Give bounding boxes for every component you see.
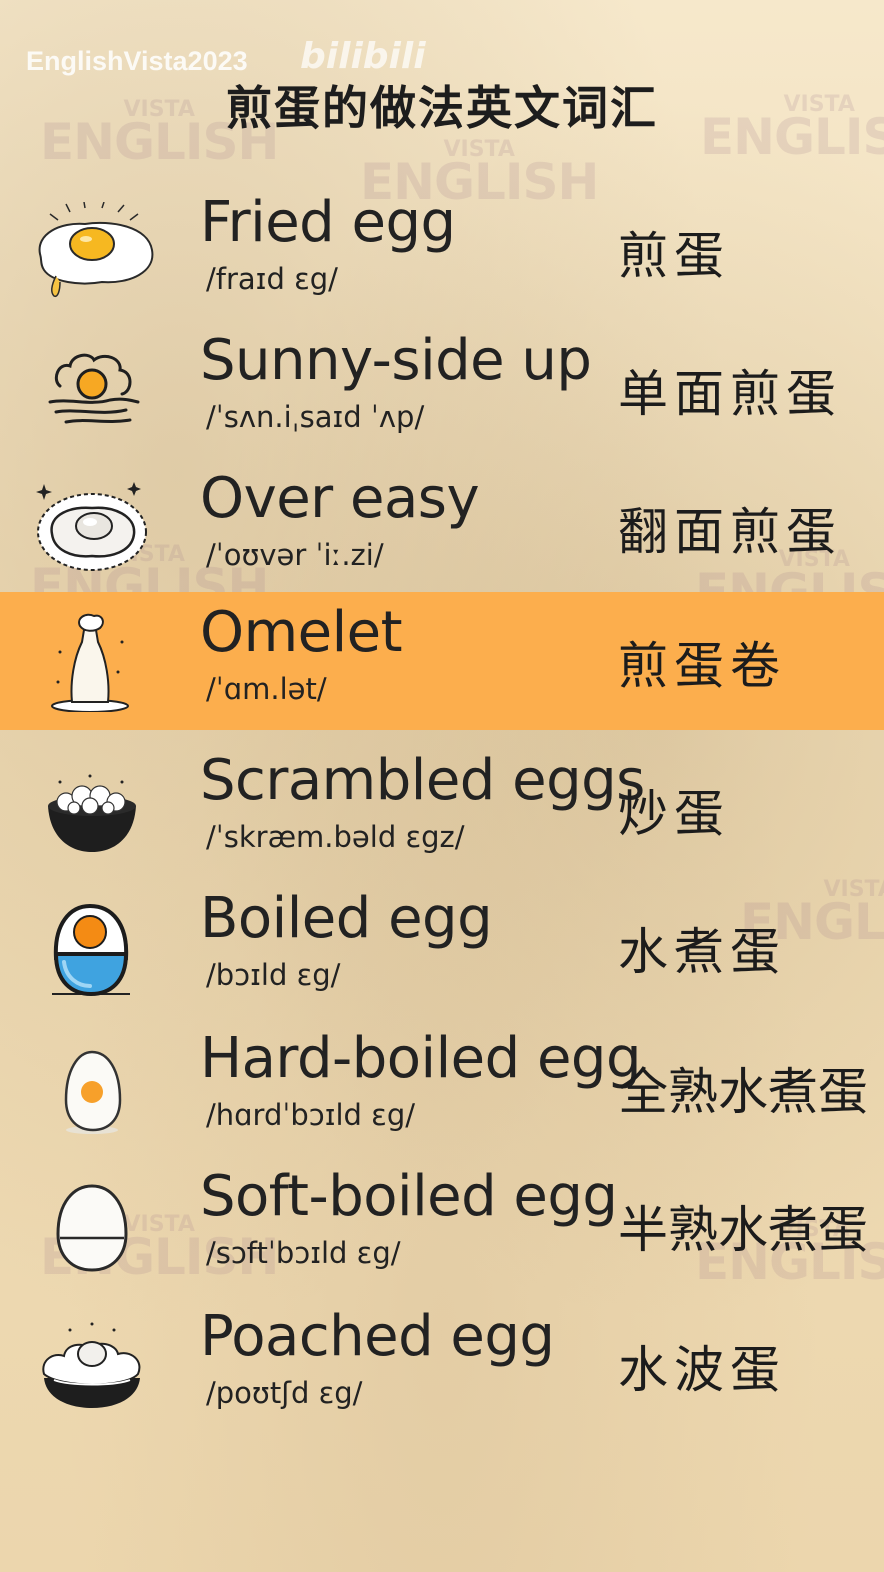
- english-term: Over easy: [200, 466, 480, 531]
- soft-boiled-egg-icon: [56, 1184, 128, 1272]
- list-item: Boiled egg /bɔɪld ɛg/ 水煮蛋: [0, 878, 884, 1016]
- english-term: Soft-boiled egg: [200, 1164, 618, 1229]
- english-term: Hard-boiled egg: [200, 1026, 642, 1091]
- list-item: Over easy /ˈoʊvər ˈiː.zi/ 翻面煎蛋: [0, 458, 884, 596]
- chinese-term: 全熟水煮蛋: [618, 1063, 868, 1121]
- phonetic: /fraɪd ɛg/: [206, 262, 338, 296]
- list-item-highlighted: Omelet /ˈɑm.lət/ 煎蛋卷: [0, 592, 884, 730]
- phonetic: /bɔɪld ɛg/: [206, 958, 341, 992]
- hard-boiled-egg-icon: [64, 1050, 122, 1134]
- poached-egg-icon: [42, 1322, 141, 1408]
- english-term: Sunny-side up: [200, 328, 592, 393]
- chinese-term: 煎蛋卷: [618, 637, 786, 695]
- list-item: Poached egg /poʊtʃd ɛg/ 水波蛋: [0, 1296, 884, 1434]
- list-item: Scrambled eggs /ˈskræm.bəld ɛgz/ 炒蛋: [0, 740, 884, 878]
- phonetic: /ˈɑm.lət/: [206, 672, 327, 706]
- over-easy-icon: [36, 482, 147, 571]
- english-term: Omelet: [200, 600, 403, 665]
- platform-watermark: bilibili: [300, 36, 426, 77]
- list-item: Hard-boiled egg /hɑrdˈbɔɪld ɛg/ 全熟水煮蛋: [0, 1018, 884, 1156]
- fried-egg-icon: [38, 202, 154, 298]
- omelet-icon: [51, 613, 129, 712]
- phonetic: /ˈsʌn.iˌsaɪd ˈʌp/: [206, 400, 425, 434]
- english-term: Fried egg: [200, 190, 456, 255]
- english-term: Scrambled eggs: [200, 748, 645, 813]
- chinese-term: 炒蛋: [618, 785, 730, 843]
- chinese-term: 半熟水煮蛋: [618, 1201, 868, 1259]
- boiled-egg-icon: [52, 903, 130, 997]
- english-term: Boiled egg: [200, 886, 493, 951]
- page-title: 煎蛋的做法英文词汇: [226, 81, 658, 135]
- list-item: Fried egg /fraɪd ɛg/ 煎蛋: [0, 182, 884, 320]
- sunny-side-up-icon: [48, 353, 140, 424]
- phonetic: /sɔftˈbɔɪld ɛg/: [206, 1236, 401, 1270]
- list-item: Soft-boiled egg /sɔftˈbɔɪld ɛg/ 半熟水煮蛋: [0, 1156, 884, 1294]
- scrambled-eggs-icon: [48, 774, 136, 852]
- list-item: Sunny-side up /ˈsʌn.iˌsaɪd ˈʌp/ 单面煎蛋: [0, 320, 884, 458]
- phonetic: /hɑrdˈbɔɪld ɛg/: [206, 1098, 416, 1132]
- chinese-term: 煎蛋: [618, 227, 730, 285]
- phonetic: /ˈskræm.bəld ɛgz/: [206, 820, 465, 854]
- chinese-term: 单面煎蛋: [618, 365, 842, 423]
- english-term: Poached egg: [200, 1304, 555, 1369]
- phonetic: /poʊtʃd ɛg/: [206, 1376, 363, 1410]
- phonetic: /ˈoʊvər ˈiː.zi/: [206, 538, 384, 572]
- chinese-term: 水波蛋: [618, 1341, 786, 1399]
- chinese-term: 水煮蛋: [618, 923, 786, 981]
- chinese-term: 翻面煎蛋: [618, 503, 842, 561]
